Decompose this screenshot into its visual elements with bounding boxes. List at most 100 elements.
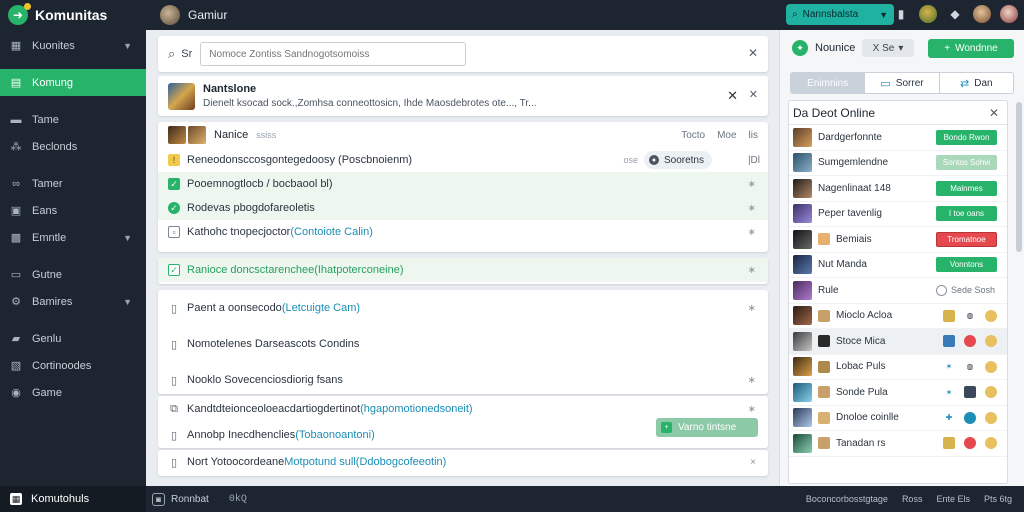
pin-icon[interactable]: ◆	[946, 5, 964, 23]
close-icon[interactable]: ✕	[727, 88, 738, 104]
member-status-pill[interactable]: Bondo Rwon	[936, 129, 997, 145]
member-row[interactable]: Rule Sede Sosh	[789, 278, 1007, 304]
thread-row[interactable]: ! Reneodonsccosgontegedoosy (Poscbnoienm…	[158, 148, 768, 172]
thread-meta-2[interactable]: lis	[749, 130, 758, 141]
sidebar-footer[interactable]: ▦ Komutohuls	[0, 486, 146, 512]
close-icon[interactable]: ✕	[749, 88, 758, 101]
close-icon[interactable]: ×	[750, 457, 756, 468]
member-status-pill[interactable]: Vonntons	[936, 257, 997, 273]
last-card: ▯ Nort Yotoocordeane Motpotund sull(Ddob…	[158, 450, 768, 476]
star-icon[interactable]: ∗	[748, 265, 756, 276]
medal-icon[interactable]	[985, 335, 997, 348]
sidebar-item-5[interactable]: ▣ Eans	[0, 197, 146, 224]
member-row[interactable]: Tanadan rs	[789, 431, 1007, 457]
search-pill[interactable]: ⌕ Nannsbalsta ▼	[786, 4, 894, 25]
scrollbar[interactable]	[1016, 102, 1022, 252]
record-icon[interactable]	[964, 335, 976, 348]
star-icon[interactable]: ∗	[748, 303, 756, 314]
member-row[interactable]: Stoce Mica	[789, 329, 1007, 355]
tab-0[interactable]: Enimnins	[791, 73, 866, 93]
tab-1[interactable]: ▭ Sorrer	[865, 73, 940, 93]
member-status-pill[interactable]: Mainmes	[936, 180, 997, 196]
brand[interactable]: ➜ Komunitas	[0, 0, 146, 30]
sidebar-item-10[interactable]: ▧ Cortinoodes	[0, 352, 146, 379]
record-icon[interactable]	[964, 437, 976, 450]
medal-icon[interactable]	[985, 386, 997, 399]
sidebar-item-0[interactable]: ▦ Kuonites ▼	[0, 32, 146, 59]
thread-row[interactable]: ✓ Pooemnogtlocb / bocbaool bl) ∗	[158, 172, 768, 196]
member-row[interactable]: Mioclo Acloa ◍	[789, 304, 1007, 329]
footer-item-3[interactable]: Pts 6tg	[984, 494, 1012, 504]
user-icon[interactable]	[964, 386, 976, 399]
star-icon[interactable]: ∗	[748, 227, 756, 238]
status-chip[interactable]: ● Sooretns	[643, 151, 712, 169]
footer-item-2[interactable]: Ente Els	[936, 494, 970, 504]
sidebar-item-4[interactable]: ∞ Tamer	[0, 170, 146, 197]
list-item[interactable]: ▯ Nooklo Sovecenciosdiorig fsans ∗	[158, 362, 768, 398]
trophy-icon[interactable]	[943, 309, 955, 322]
user-avatar[interactable]	[973, 5, 991, 23]
star-icon[interactable]: ✶	[943, 386, 955, 398]
list-card: ▯ Paent a oonsecodo (Letcuigte Cam) ∗ ▯ …	[158, 290, 768, 394]
sidebar-item-9[interactable]: ▰ Genlu	[0, 325, 146, 352]
medal-icon[interactable]	[985, 360, 997, 373]
shield-icon[interactable]	[943, 335, 955, 348]
list-item[interactable]: ▯ Nomotelenes Darseascots Condins	[158, 326, 768, 362]
filter-input[interactable]	[200, 42, 467, 66]
globe-icon[interactable]	[964, 411, 976, 424]
member-row[interactable]: Lobac Puls ✶ ◍	[789, 355, 1007, 380]
star-icon[interactable]: ∗	[748, 203, 756, 214]
right-panel-action-button[interactable]: + Wondnne	[928, 39, 1014, 58]
community-icon[interactable]	[919, 5, 937, 23]
star-icon[interactable]: ∗	[748, 179, 756, 190]
sidebar-item-7[interactable]: ▭ Gutne	[0, 261, 146, 288]
member-row[interactable]: Dnoloe coinlle ✚	[789, 406, 1007, 431]
thread-row[interactable]: ▫ Kathohc tnopecjoctor (Contoiote Calin)…	[158, 220, 768, 244]
plus-icon[interactable]: ✚	[943, 412, 955, 424]
member-row[interactable]: Bemiais Tromatnoe	[789, 227, 1007, 253]
user-icon[interactable]: ◍	[964, 361, 976, 373]
sidebar-item-8[interactable]: ⚙ Bamires ▼	[0, 288, 146, 315]
list-item[interactable]: ▯ Paent a oonsecodo (Letcuigte Cam) ∗	[158, 290, 768, 326]
thread-row[interactable]: ✓ Rodevas pbogdofareoletis ∗	[158, 196, 768, 220]
close-icon[interactable]: ✕	[748, 46, 758, 60]
star-icon[interactable]: ∗	[748, 404, 756, 415]
star-icon[interactable]: ∗	[748, 375, 756, 386]
member-row[interactable]: Nut Manda Vonntons	[789, 253, 1007, 278]
member-status-pill[interactable]: I toe oans	[936, 206, 997, 222]
thread-row[interactable]: ✓ Ranioce doncsctarenchee (Ihatpotercone…	[158, 258, 768, 282]
trophy-icon[interactable]: ▮	[892, 5, 910, 23]
member-row[interactable]: Dardgerfonnte Bondo Rwon	[789, 125, 1007, 151]
member-status-pill[interactable]: Tromatnoe	[936, 231, 997, 247]
sidebar-item-1[interactable]: ▤ Komung	[0, 69, 146, 96]
list-item[interactable]: ▯ Nort Yotoocordeane Motpotund sull(Ddob…	[158, 450, 768, 474]
trophy-icon[interactable]	[943, 437, 955, 450]
footer-item-1[interactable]: Ross	[902, 494, 923, 504]
close-icon[interactable]: ✕	[989, 106, 999, 120]
thread-meta-0[interactable]: Tocto	[681, 130, 705, 141]
game-card[interactable]: Nantslone Dienelt ksocad sock.,Zomhsa co…	[158, 76, 768, 116]
footer-item-0[interactable]: Boconcorbosstgtage	[806, 494, 888, 504]
medal-icon[interactable]	[985, 309, 997, 322]
right-panel-select[interactable]: X Se ▾	[862, 39, 914, 57]
medal-icon[interactable]	[985, 411, 997, 424]
member-row[interactable]: Peper tavenlig I toe oans	[789, 202, 1007, 227]
star-icon[interactable]: ✶	[943, 361, 955, 373]
robot-icon[interactable]: ◙	[152, 492, 165, 506]
sidebar-item-2[interactable]: ▬ Tame	[0, 106, 146, 133]
chevron-down-icon: ▼	[123, 296, 132, 307]
member-row[interactable]: Sonde Pula ✶	[789, 380, 1007, 406]
thread-meta-1[interactable]: Moe	[717, 130, 736, 141]
member-row[interactable]: Sumgemlendne Sontos Sohvi	[789, 151, 1007, 176]
action-button[interactable]: + Varno tintsne	[656, 418, 758, 437]
tab-2[interactable]: ⇄ Dan	[940, 73, 1013, 93]
sidebar-item-11[interactable]: ◉ Game	[0, 379, 146, 406]
medal-icon[interactable]	[985, 437, 997, 450]
sidebar-item-6[interactable]: ▩ Emntle ▼	[0, 224, 146, 251]
user-avatar-2[interactable]	[1000, 5, 1018, 23]
member-row[interactable]: Nagenlinaat 148 Mainmes	[789, 176, 1007, 202]
sidebar-item-3[interactable]: ⁂ Beclonds	[0, 133, 146, 160]
member-status-pill[interactable]: Sontos Sohvi	[936, 155, 997, 171]
user-icon[interactable]: ◍	[964, 310, 976, 322]
game-avatar[interactable]	[160, 5, 180, 25]
